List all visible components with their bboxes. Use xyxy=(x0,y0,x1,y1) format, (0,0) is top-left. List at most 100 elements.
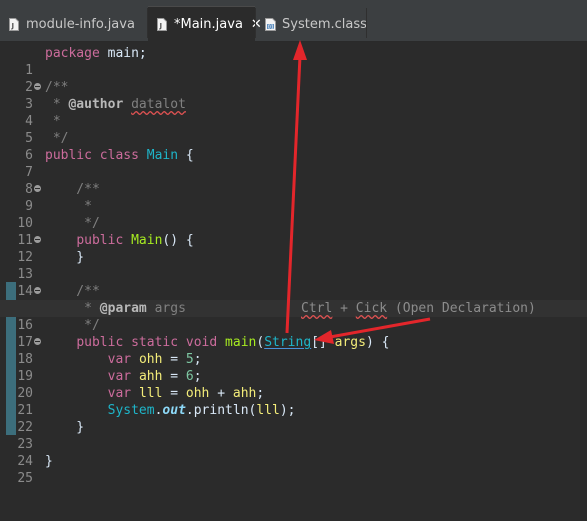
tab-system-class[interactable]: 01 System.class xyxy=(256,6,367,42)
svg-text:J: J xyxy=(11,22,15,30)
code-token: [] xyxy=(311,335,335,350)
code-line: 14 xyxy=(0,266,587,299)
fold-toggle-icon[interactable] xyxy=(34,83,41,90)
code-token: public xyxy=(45,148,92,163)
code-token: 6 xyxy=(185,369,194,384)
code-token: Main xyxy=(131,233,163,248)
java-file-icon: J xyxy=(9,17,19,31)
code-token: * xyxy=(45,114,61,129)
code-line: 20 var ahh = 6; xyxy=(0,368,587,401)
code-token: var xyxy=(107,352,132,367)
code-token: = xyxy=(162,369,186,384)
code-line: 15 /** xyxy=(0,283,587,316)
code-token: } xyxy=(45,250,85,265)
tab-module-info[interactable]: J module-info.java xyxy=(0,6,147,42)
code-token: args xyxy=(334,335,366,350)
code-line-current: 16 * @param args Ctrl + Cick (Open Decla… xyxy=(0,300,587,333)
hint-token: (Open Declaration) xyxy=(387,301,536,316)
hint-token: Cick xyxy=(355,301,388,316)
code-line: 6 */ xyxy=(0,130,587,163)
fold-toggle-icon[interactable] xyxy=(34,287,41,294)
code-token: 5 xyxy=(185,352,194,367)
line-number: 25 xyxy=(17,471,33,486)
code-token: public xyxy=(76,335,124,350)
svg-text:J: J xyxy=(159,22,163,30)
code-token: ); xyxy=(279,403,296,418)
code-token: ; xyxy=(193,352,202,367)
code-token: datalot xyxy=(131,97,186,112)
code-token: out xyxy=(162,403,186,418)
code-token: var xyxy=(107,369,132,384)
code-token: var xyxy=(107,386,132,401)
tab-divider xyxy=(366,8,367,38)
code-line: 10 * xyxy=(0,198,587,231)
code-token: ohh xyxy=(138,352,163,367)
code-token: ahh xyxy=(232,386,257,401)
code-line: 9 /** xyxy=(0,181,587,214)
editor-tab-bar: J module-info.java J *Main.java ✕ 01 Sys… xyxy=(0,0,587,42)
code-line: 3 /** xyxy=(0,79,587,112)
code-token: */ xyxy=(45,216,100,231)
string-type-link[interactable]: String xyxy=(264,335,311,350)
code-token: lll xyxy=(138,386,163,401)
code-token: void xyxy=(185,335,218,350)
code-token: ; xyxy=(193,369,202,384)
code-token: lll xyxy=(256,403,280,418)
tab-label: System.class xyxy=(282,16,367,32)
code-line: 17 */ xyxy=(0,317,587,350)
hint-token: + xyxy=(332,301,356,316)
code-token: public xyxy=(76,233,124,248)
code-line: 24 xyxy=(0,436,587,469)
code-token: ) { xyxy=(365,335,390,350)
code-line: 21 var lll = ohh + ahh; xyxy=(0,385,587,418)
code-line: 8 xyxy=(0,164,587,197)
class-file-icon: 01 xyxy=(265,17,276,31)
code-line: 22 System.out.println(lll); xyxy=(0,402,587,435)
code-line: 19 var ohh = 5; xyxy=(0,351,587,384)
code-token: Main xyxy=(146,148,179,163)
code-token: () { xyxy=(162,233,194,248)
code-token: class xyxy=(99,148,139,163)
code-token: } xyxy=(45,454,53,469)
code-token: */ xyxy=(45,131,69,146)
code-line: 11 */ xyxy=(0,215,587,248)
code-line: 4 * @author datalot xyxy=(0,96,587,129)
code-token: main; xyxy=(99,46,147,61)
open-declaration-hint: Ctrl + Cick (Open Declaration) xyxy=(301,300,536,317)
code-line: 25 } xyxy=(0,453,587,486)
code-token: @author xyxy=(68,97,124,112)
code-token: main xyxy=(225,335,257,350)
code-line: 1 package main; xyxy=(0,45,587,78)
code-token: @param xyxy=(99,301,147,316)
code-token: ahh xyxy=(138,369,163,384)
code-line: 2 xyxy=(0,62,587,95)
fold-toggle-icon[interactable] xyxy=(34,185,41,192)
java-file-icon: J xyxy=(157,18,167,31)
code-token: * xyxy=(45,97,69,112)
code-token: ohh xyxy=(185,386,210,401)
code-token: /** xyxy=(45,182,100,197)
code-token: args xyxy=(146,301,186,316)
code-editor[interactable]: 1 package main; 2 3 /** 4 * @author data… xyxy=(0,43,587,486)
code-line: 13 } xyxy=(0,249,587,282)
code-token: /** xyxy=(45,284,100,299)
code-token: .println( xyxy=(185,403,257,418)
code-token: System xyxy=(107,403,155,418)
code-token: + xyxy=(209,386,233,401)
code-line: 23 } xyxy=(0,419,587,452)
fold-toggle-icon[interactable] xyxy=(34,338,41,345)
code-token: = xyxy=(162,386,186,401)
code-line: 7 public class Main { xyxy=(0,147,587,180)
tab-main-java[interactable]: J *Main.java ✕ xyxy=(148,6,262,42)
code-token: = xyxy=(162,352,186,367)
code-token: } xyxy=(45,420,85,435)
code-token: package xyxy=(45,46,100,61)
code-token: ; xyxy=(256,386,265,401)
svg-text:01: 01 xyxy=(268,24,274,30)
fold-toggle-icon[interactable] xyxy=(34,236,41,243)
code-token: * xyxy=(45,301,100,316)
tab-label: *Main.java xyxy=(174,17,243,32)
code-line: 5 * xyxy=(0,113,587,146)
code-line: 12 public Main() { xyxy=(0,232,587,265)
hint-token: Ctrl xyxy=(301,301,333,316)
